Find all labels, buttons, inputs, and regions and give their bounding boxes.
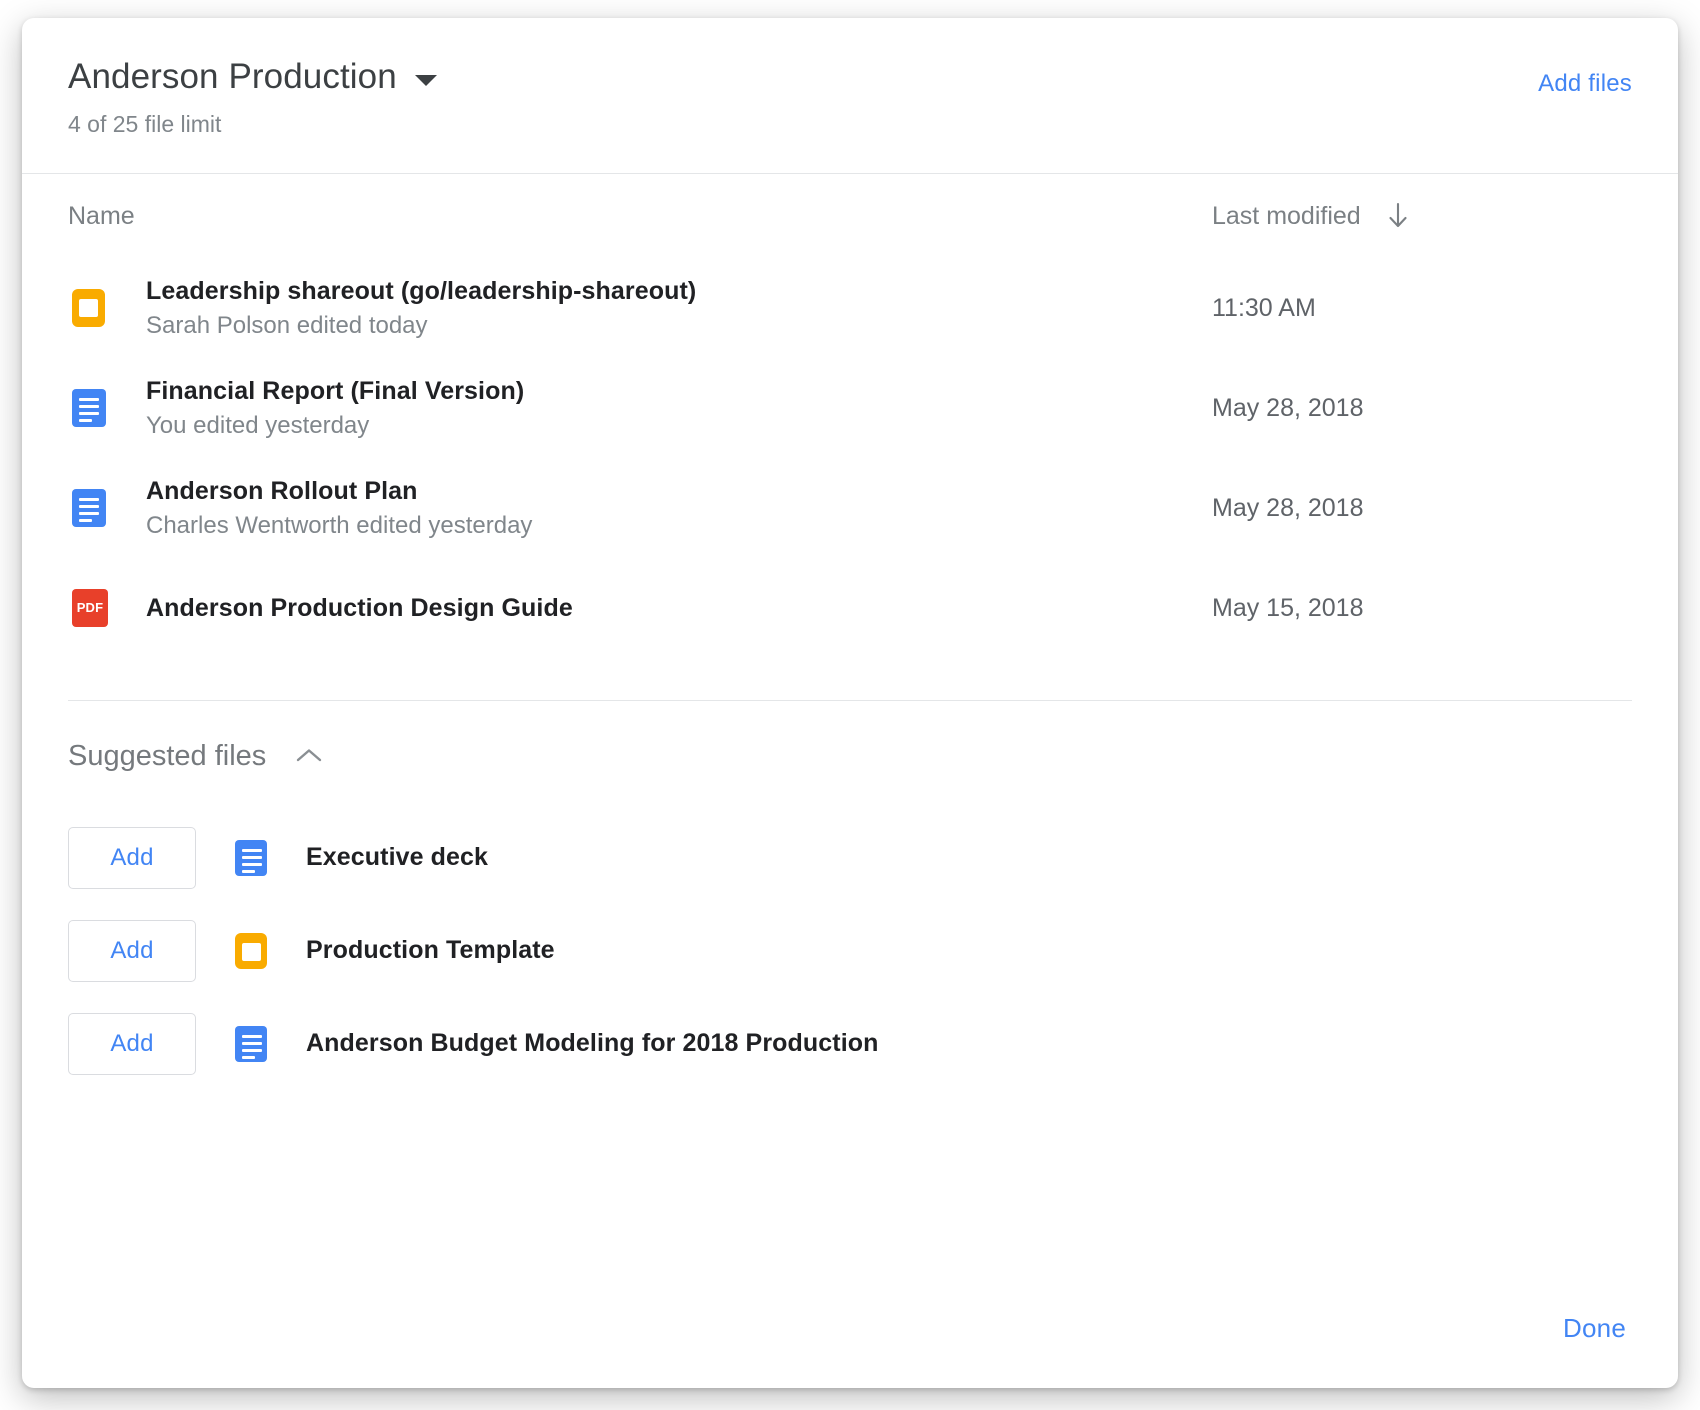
file-subtitle: Sarah Polson edited today (146, 310, 1212, 341)
suggested-files-title: Suggested files (68, 740, 266, 773)
file-icon-cell (68, 389, 146, 427)
table-row[interactable]: Anderson Rollout Plan Charles Wentworth … (68, 458, 1632, 558)
add-suggested-file-button[interactable]: Add (68, 920, 196, 982)
header-left-group: Anderson Production 4 of 25 file limit (68, 56, 437, 138)
file-text-group: Anderson Rollout Plan Charles Wentworth … (146, 475, 1212, 541)
suggested-files-list: Add Executive deck Add Production Templa… (68, 811, 1632, 1090)
column-header-name[interactable]: Name (68, 202, 1212, 231)
dialog-header: Anderson Production 4 of 25 file limit A… (22, 18, 1678, 174)
pdf-icon: PDF (72, 589, 108, 627)
docs-icon (72, 389, 106, 427)
slides-icon (235, 933, 267, 969)
file-modified-date: May 28, 2018 (1212, 494, 1632, 523)
page-title: Anderson Production (68, 56, 397, 98)
column-header-last-modified-label: Last modified (1212, 202, 1361, 231)
suggested-file-icon-cell (196, 1026, 306, 1062)
column-headers: Name Last modified (68, 174, 1632, 258)
add-files-button[interactable]: Add files (1538, 70, 1632, 98)
file-modified-date: May 28, 2018 (1212, 394, 1632, 423)
file-title: Financial Report (Final Version) (146, 375, 1212, 407)
docs-icon (235, 840, 267, 876)
caret-down-icon[interactable] (415, 75, 437, 86)
suggested-file-icon-cell (196, 840, 306, 876)
file-text-group: Leadership shareout (go/leadership-share… (146, 275, 1212, 341)
file-subtitle: Charles Wentworth edited yesterday (146, 510, 1212, 541)
column-header-last-modified[interactable]: Last modified (1212, 201, 1632, 231)
file-limit-subtitle: 4 of 25 file limit (68, 110, 437, 138)
file-icon-cell (68, 289, 146, 327)
file-title: Anderson Production Design Guide (146, 592, 1212, 624)
title-row[interactable]: Anderson Production (68, 56, 437, 98)
file-icon-cell (68, 489, 146, 527)
docs-icon (72, 489, 106, 527)
table-row[interactable]: Financial Report (Final Version) You edi… (68, 358, 1632, 458)
suggested-file-icon-cell (196, 933, 306, 969)
add-suggested-file-button[interactable]: Add (68, 1013, 196, 1075)
arrow-down-icon[interactable] (1385, 201, 1411, 231)
suggested-file-title: Anderson Budget Modeling for 2018 Produc… (306, 1029, 878, 1058)
table-row[interactable]: PDF Anderson Production Design Guide May… (68, 558, 1632, 658)
file-manager-dialog: Anderson Production 4 of 25 file limit A… (22, 18, 1678, 1388)
file-text-group: Financial Report (Final Version) You edi… (146, 375, 1212, 441)
file-title: Anderson Rollout Plan (146, 475, 1212, 507)
suggested-file-title: Production Template (306, 936, 555, 965)
file-list: Leadership shareout (go/leadership-share… (68, 258, 1632, 658)
file-modified-date: 11:30 AM (1212, 294, 1632, 323)
file-text-group: Anderson Production Design Guide (146, 592, 1212, 624)
file-title: Leadership shareout (go/leadership-share… (146, 275, 1212, 307)
file-modified-date: May 15, 2018 (1212, 594, 1632, 623)
list-item: Add Executive deck (68, 811, 1632, 904)
file-icon-cell: PDF (68, 589, 146, 627)
dialog-body: Name Last modified (22, 174, 1678, 1268)
file-subtitle: You edited yesterday (146, 410, 1212, 441)
chevron-up-icon[interactable] (294, 745, 324, 767)
docs-icon (235, 1026, 267, 1062)
slides-icon (72, 289, 105, 327)
table-row[interactable]: Leadership shareout (go/leadership-share… (68, 258, 1632, 358)
done-button[interactable]: Done (1557, 1305, 1632, 1352)
list-item: Add Production Template (68, 904, 1632, 997)
add-suggested-file-button[interactable]: Add (68, 827, 196, 889)
suggested-file-title: Executive deck (306, 843, 488, 872)
screen-background: Anderson Production 4 of 25 file limit A… (0, 0, 1700, 1410)
suggested-files-header[interactable]: Suggested files (68, 701, 1632, 811)
list-item: Add Anderson Budget Modeling for 2018 Pr… (68, 997, 1632, 1090)
dialog-footer: Done (22, 1268, 1678, 1388)
